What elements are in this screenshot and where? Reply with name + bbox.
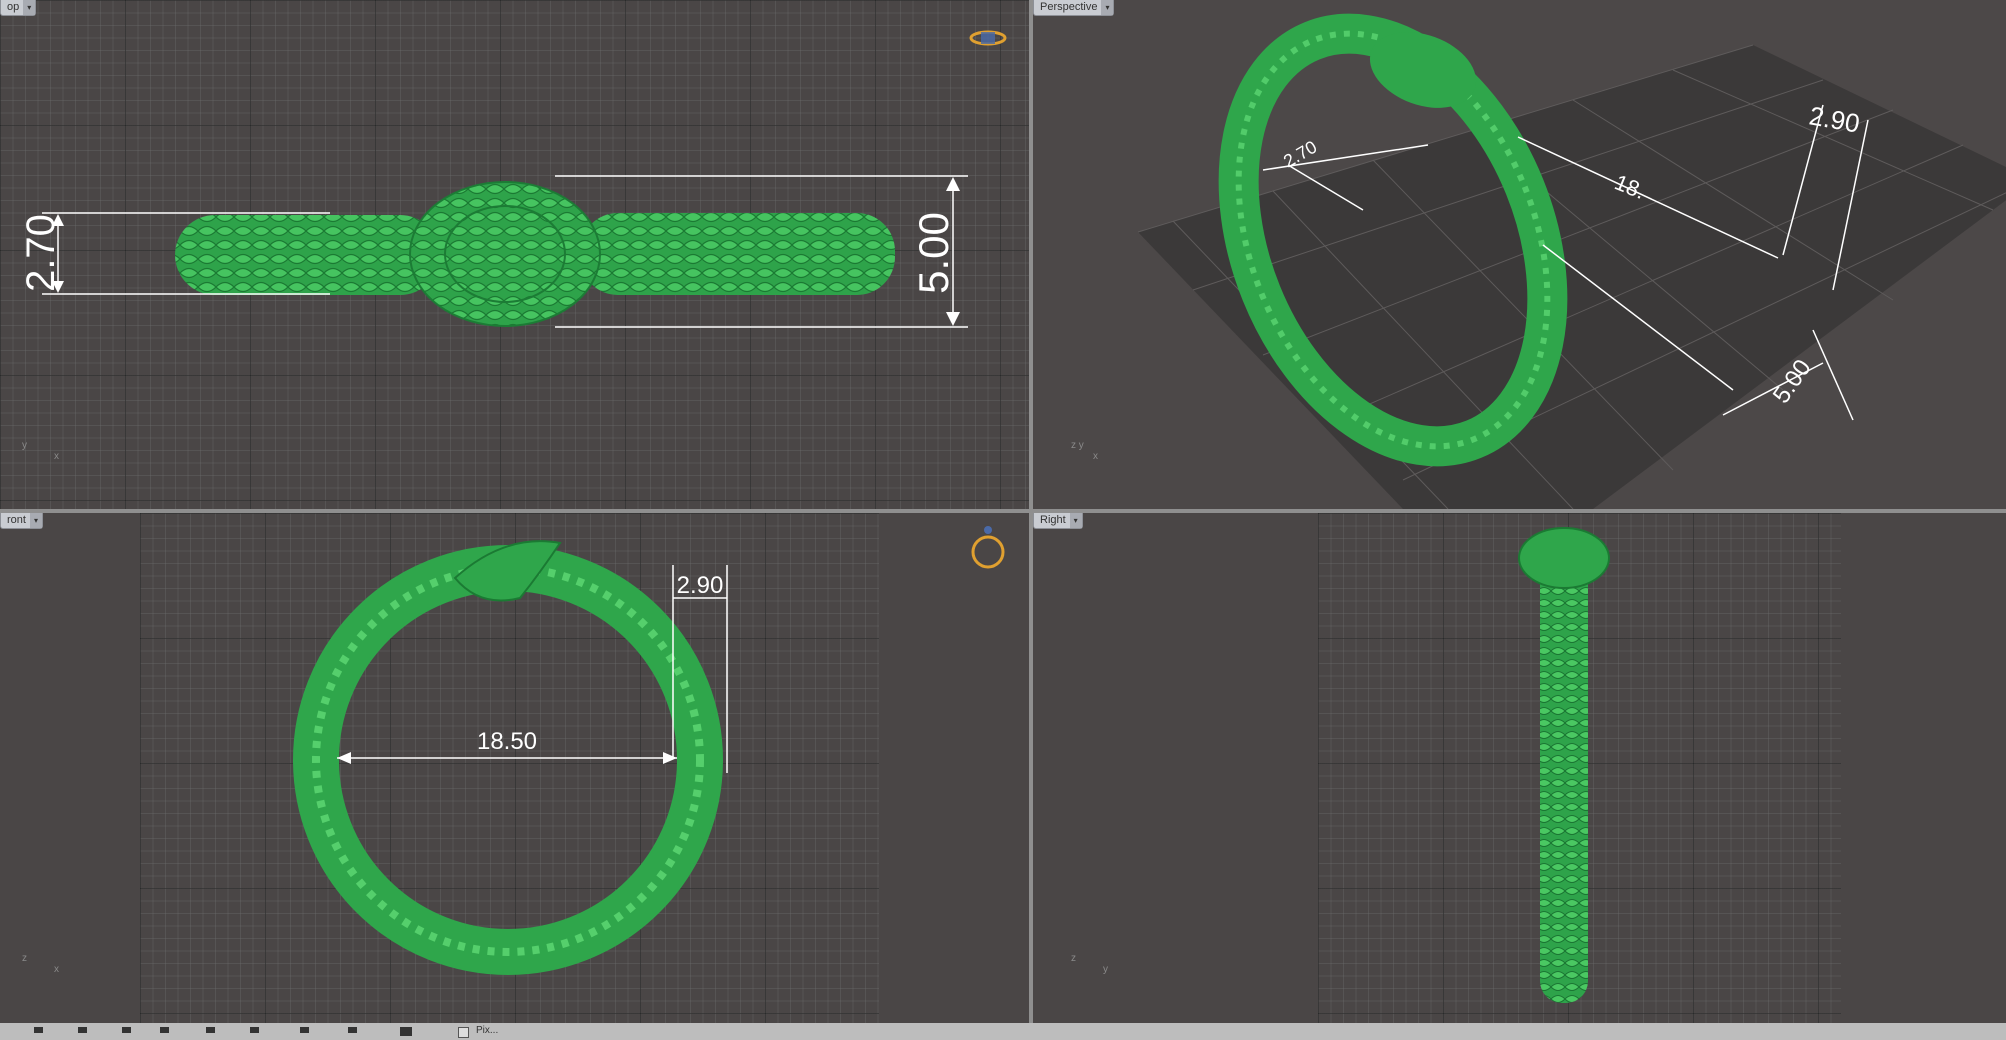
snake-head-top: [409, 181, 601, 327]
right-view-drawing: [1518, 527, 1610, 1003]
axis-indicator-front: zx: [22, 953, 59, 975]
status-tool-button[interactable]: [78, 1027, 87, 1033]
front-view-drawing: 18.50 2.90: [293, 540, 728, 975]
chevron-down-icon[interactable]: ▾: [1101, 0, 1114, 15]
dim-top-left-height: 2.70: [19, 214, 63, 292]
ring-gizmo-icon[interactable]: [968, 521, 1008, 571]
viewport-splitter-vertical[interactable]: [1029, 0, 1033, 1023]
right-ring-side: [1540, 543, 1588, 1003]
status-bar: Pix...: [0, 1023, 2006, 1040]
viewport-perspective[interactable]: 2.70 18. 2.90 5.00 Perspective ▾ z yx: [1033, 0, 2006, 509]
dim-front-diameter: 18.50: [477, 728, 537, 755]
status-tool-button[interactable]: [348, 1027, 357, 1033]
right-snake-head: [1518, 527, 1610, 589]
axis-indicator-perspective: z yx: [1071, 440, 1098, 462]
top-view-drawing: 2.70 5.00: [19, 175, 968, 328]
axis-indicator-top: yx: [22, 440, 59, 462]
status-tool-button[interactable]: [160, 1027, 169, 1033]
status-tool-button[interactable]: [34, 1027, 43, 1033]
viewport-front[interactable]: ront ▾ 18.50 2.90 zx: [0, 513, 1029, 1023]
svg-text:2.70: 2.70: [1280, 137, 1320, 172]
axis-indicator-right: zy: [1071, 953, 1108, 975]
viewport-top[interactable]: op ▾ 2.70 5.00 y x: [0, 0, 1029, 509]
viewport-right[interactable]: Right ▾ zy: [1033, 513, 2006, 1023]
perspective-drawing: 2.70 18. 2.90 5.00: [1137, 13, 2006, 509]
status-checkbox[interactable]: [458, 1027, 469, 1038]
status-tool-button[interactable]: [122, 1027, 131, 1033]
status-option-label: Pix...: [476, 1025, 499, 1036]
ring-gizmo-icon[interactable]: [968, 26, 1008, 50]
viewport-label-perspective[interactable]: Perspective ▾: [1033, 0, 1115, 16]
status-tool-button[interactable]: [300, 1027, 309, 1033]
dim-front-width: 2.90: [677, 572, 724, 599]
status-tool-button[interactable]: [206, 1027, 215, 1033]
status-tool-button[interactable]: [400, 1027, 412, 1036]
status-tool-button[interactable]: [250, 1027, 259, 1033]
ring-band-right: [580, 213, 895, 295]
dim-top-right-height: 5.00: [910, 212, 957, 294]
ring-band-left: [175, 215, 440, 295]
viewport-splitter-horizontal[interactable]: [0, 509, 2006, 513]
